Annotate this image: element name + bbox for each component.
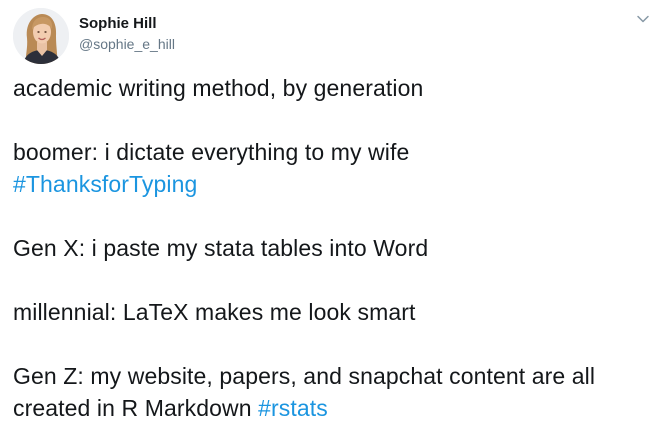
- tweet-millennial-line: millennial: LaTeX makes me look smart: [13, 299, 416, 325]
- tweet-boomer-line: boomer: i dictate everything to my wife #…: [13, 136, 663, 200]
- hashtag-rstats-link[interactable]: #rstats: [258, 395, 328, 421]
- more-options-button[interactable]: [634, 10, 652, 28]
- tweet-title-line: academic writing method, by generation: [13, 75, 424, 101]
- author-handle[interactable]: @sophie_e_hill: [79, 34, 175, 54]
- tweet-header: Sophie Hill @sophie_e_hill: [13, 8, 175, 64]
- tweet-genx-line: Gen X: i paste my stata tables into Word: [13, 235, 429, 261]
- avatar[interactable]: [13, 8, 69, 64]
- boomer-text: boomer: i dictate everything to my wife: [13, 139, 410, 165]
- author-display-name[interactable]: Sophie Hill: [79, 14, 175, 34]
- tweet-text: academic writing method, by generation b…: [13, 72, 663, 424]
- chevron-down-icon: [637, 15, 649, 23]
- author-info: Sophie Hill @sophie_e_hill: [79, 14, 175, 54]
- profile-photo-icon: [13, 8, 69, 64]
- tweet-genz-line: Gen Z: my website, papers, and snapchat …: [13, 360, 663, 424]
- tweet-card: Sophie Hill @sophie_e_hill academic writ…: [0, 0, 668, 443]
- hashtag-thanksfortyping-link[interactable]: #ThanksforTyping: [13, 171, 197, 197]
